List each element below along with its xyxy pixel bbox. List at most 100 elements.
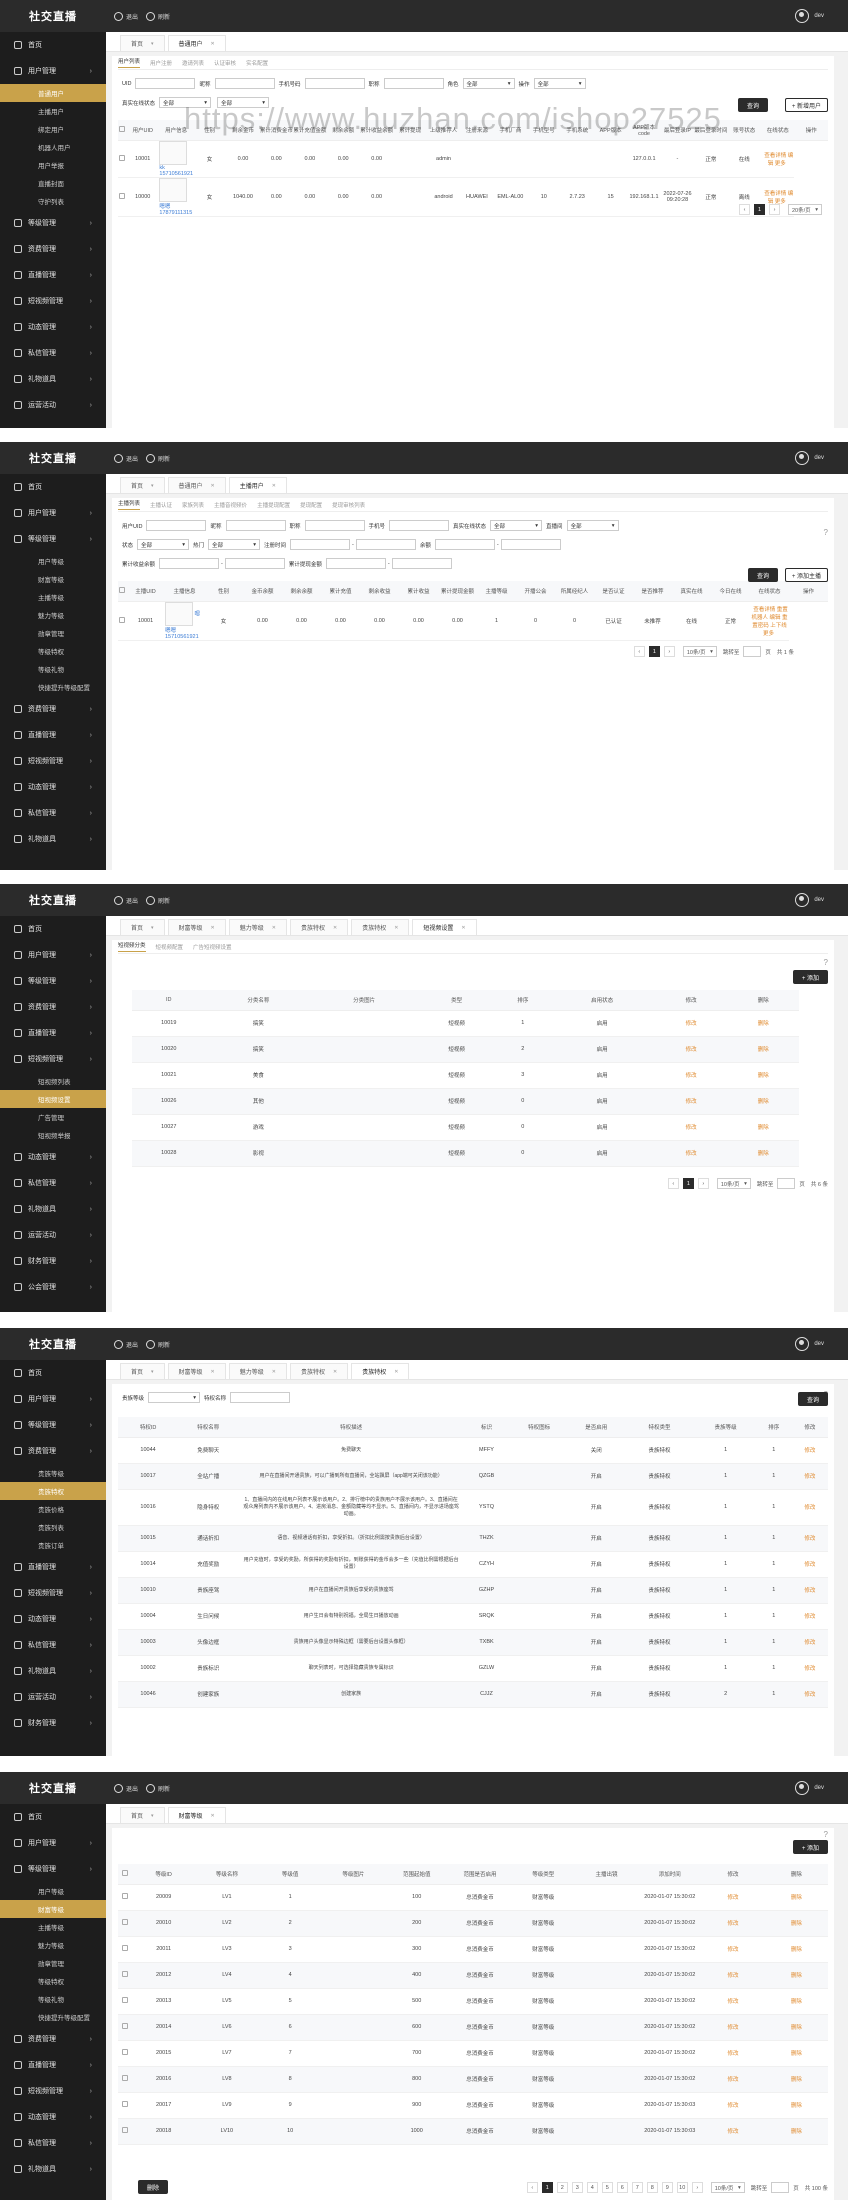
close-icon[interactable]: ✕	[461, 925, 465, 931]
sidebar-item[interactable]: 动态管理 ›	[0, 1606, 106, 1632]
filter-input[interactable]	[383, 78, 444, 89]
sidebar-item[interactable]: 首页	[0, 474, 106, 500]
delete-link[interactable]: 删除	[758, 1125, 769, 1131]
row-checkbox[interactable]	[122, 2101, 128, 2107]
sidebar-item[interactable]: 短视频管理 ›	[0, 1580, 106, 1606]
user-menu[interactable]: dev	[795, 9, 824, 23]
subnav-link[interactable]: 主播音视频价	[214, 501, 247, 509]
sidebar-subitem[interactable]: 魅力等级	[0, 606, 106, 624]
status-select[interactable]: 全部 ▾	[217, 97, 270, 108]
online-select[interactable]: 全部 ▾	[159, 97, 212, 108]
page-button[interactable]: 3	[571, 2182, 583, 2193]
delete-link[interactable]: 删除	[758, 1047, 769, 1053]
sidebar-subitem[interactable]: 守护列表	[0, 192, 106, 210]
edit-link[interactable]: 修改	[804, 1666, 815, 1672]
page-size-select[interactable]: 10条/页 ▾	[716, 1178, 751, 1189]
sidebar-subitem[interactable]: 绑定用户	[0, 120, 106, 138]
close-icon[interactable]: ✕	[333, 1369, 337, 1375]
next-page-button[interactable]: ›	[697, 1178, 709, 1189]
sidebar-item[interactable]: 礼物道具 ›	[0, 826, 106, 852]
filter-select[interactable]: 全部 ▾	[208, 539, 261, 550]
chevron-down-icon[interactable]: ▾	[151, 1369, 154, 1375]
page-button[interactable]: 1	[541, 2182, 553, 2193]
row-actions[interactable]: 查看详情 重置机器人 编辑 重置密码 上下线 更多	[751, 607, 787, 637]
sidebar-item[interactable]: 等级管理 ›	[0, 968, 106, 994]
sidebar-subitem[interactable]: 主播用户	[0, 102, 106, 120]
edit-link[interactable]: 修改	[686, 1073, 697, 1079]
tab[interactable]: 普通用户 ✕	[167, 35, 226, 51]
sidebar-item[interactable]: 等级管理 ›	[0, 1856, 106, 1882]
subnav-link[interactable]: 提现配置	[300, 501, 322, 509]
sidebar-subitem[interactable]: 快捷提升等级配置	[0, 678, 106, 696]
sidebar-subitem[interactable]: 勋章管理	[0, 624, 106, 642]
sidebar-item[interactable]: 用户管理 ›	[0, 942, 106, 968]
row-checkbox[interactable]	[122, 1971, 128, 1977]
help-icon[interactable]: ?	[824, 1830, 828, 1839]
sidebar-item[interactable]: 运营活动 ›	[0, 392, 106, 418]
delete-link[interactable]: 删除	[791, 2129, 802, 2135]
edit-link[interactable]: 修改	[728, 2025, 739, 2031]
delete-link[interactable]: 删除	[758, 1151, 769, 1157]
sidebar-item[interactable]: 等级管理 ›	[0, 526, 106, 552]
page-button[interactable]: 1	[648, 646, 660, 657]
subnav-link[interactable]: 用户列表	[118, 57, 141, 68]
sidebar-subitem[interactable]: 普通用户	[0, 84, 106, 102]
refresh-button[interactable]: 刷新	[146, 1783, 170, 1793]
sidebar-item[interactable]: 短视频管理 ›	[0, 748, 106, 774]
subnav-link[interactable]: 广告短视频设置	[193, 943, 232, 951]
tab[interactable]: 首页 ▾	[120, 35, 165, 51]
row-checkbox[interactable]	[119, 154, 125, 161]
close-icon[interactable]: ✕	[333, 925, 337, 931]
tab[interactable]: 普通用户 ✕	[167, 477, 226, 493]
sidebar-item[interactable]: 私信管理 ›	[0, 2130, 106, 2156]
tab[interactable]: 财富等级 ✕	[167, 1807, 226, 1823]
sidebar-item[interactable]: 运营活动 ›	[0, 1684, 106, 1710]
range-input[interactable]	[224, 558, 285, 569]
subnav-link[interactable]: 实名配置	[246, 59, 268, 67]
sidebar-subitem[interactable]: 财富等级	[0, 1900, 106, 1918]
sidebar-item[interactable]: 直播管理 ›	[0, 2052, 106, 2078]
delete-link[interactable]: 删除	[791, 2103, 802, 2109]
add-anchor-button[interactable]: + 添加主播	[784, 568, 828, 582]
subnav-link[interactable]: 家族列表	[182, 501, 204, 509]
sidebar-item[interactable]: 直播管理 ›	[0, 722, 106, 748]
page-button[interactable]: 8	[646, 2182, 658, 2193]
subnav-link[interactable]: 短视频配置	[156, 943, 184, 951]
row-checkbox[interactable]	[122, 2127, 128, 2133]
edit-link[interactable]: 修改	[728, 1921, 739, 1927]
subnav-link[interactable]: 短视频分类	[118, 941, 146, 952]
privilege-name-input[interactable]	[230, 1392, 291, 1403]
sidebar-item[interactable]: 资费管理 ›	[0, 2026, 106, 2052]
sidebar-item[interactable]: 资费管理 ›	[0, 994, 106, 1020]
tab[interactable]: 财富等级 ✕	[167, 919, 226, 935]
delete-link[interactable]: 删除	[791, 1999, 802, 2005]
delete-link[interactable]: 删除	[791, 1973, 802, 1979]
tab[interactable]: 首页 ▾	[120, 477, 165, 493]
sidebar-subitem[interactable]: 贵族订单	[0, 1536, 106, 1554]
filter-input[interactable]	[146, 520, 207, 531]
tab[interactable]: 首页 ▾	[120, 919, 165, 935]
help-icon[interactable]: ?	[824, 528, 828, 537]
subnav-link[interactable]: 邀请列表	[182, 59, 204, 67]
sidebar-subitem[interactable]: 勋章管理	[0, 1954, 106, 1972]
edit-link[interactable]: 修改	[804, 1474, 815, 1480]
subnav-link[interactable]: 主播列表	[118, 499, 141, 510]
filter-input[interactable]	[304, 520, 365, 531]
row-checkbox[interactable]	[122, 1893, 128, 1899]
filter-input[interactable]	[225, 520, 286, 531]
tab[interactable]: 贵族特权 ✕	[289, 919, 349, 935]
page-size-select[interactable]: 20条/页 ▾	[788, 204, 822, 215]
edit-link[interactable]: 修改	[804, 1614, 815, 1620]
sidebar-item[interactable]: 礼物道具 ›	[0, 1658, 106, 1684]
sidebar-item[interactable]: 直播管理 ›	[0, 1554, 106, 1580]
tab[interactable]: 魅力等级 ✕	[228, 1363, 287, 1379]
range-input[interactable]	[290, 539, 351, 550]
sidebar-subitem[interactable]: 用户等级	[0, 552, 106, 570]
filter-input[interactable]	[389, 520, 450, 531]
sidebar-subitem[interactable]: 用户举报	[0, 156, 106, 174]
page-button[interactable]: 6	[616, 2182, 628, 2193]
refresh-button[interactable]: 刷新	[146, 11, 170, 21]
row-checkbox[interactable]	[122, 1919, 128, 1925]
edit-link[interactable]: 修改	[804, 1640, 815, 1646]
filter-select[interactable]: 全部 ▾	[490, 520, 543, 531]
